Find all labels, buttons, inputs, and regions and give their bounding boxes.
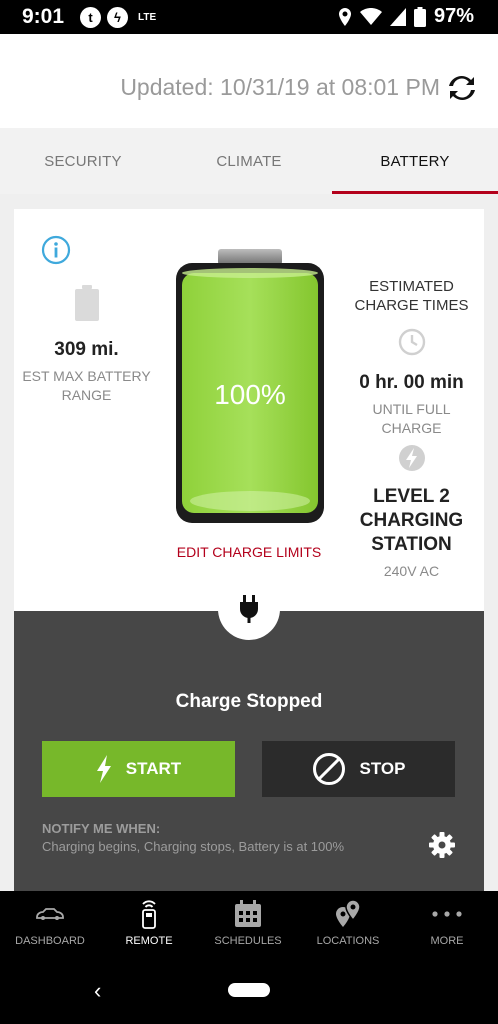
- wifi-icon: [359, 7, 382, 25]
- stop-button-label: STOP: [359, 759, 406, 778]
- prohibit-icon: [312, 753, 345, 785]
- range-section: 309 mi. EST MAX BATTERY RANGE: [14, 285, 159, 405]
- map-pin-icon: [336, 899, 361, 927]
- charge-control-panel: Charge Stopped START STOP NOTIFY ME WHEN…: [14, 578, 484, 891]
- battery-card: 309 mi. EST MAX BATTERY RANGE 100% EDIT …: [14, 209, 484, 611]
- nav-more[interactable]: MORE: [397, 899, 497, 947]
- home-pill[interactable]: [228, 983, 270, 997]
- status-time: 9:01: [22, 5, 65, 28]
- remote-icon: [142, 900, 156, 929]
- nav-schedules-label: SCHEDULES: [214, 935, 282, 947]
- charging-station-level: LEVEL 2 CHARGING STATION: [359, 486, 464, 555]
- signal-icon: [389, 7, 406, 26]
- gear-icon[interactable]: [428, 831, 456, 859]
- more-dots-icon: [432, 911, 462, 917]
- notification-t-icon: t: [80, 7, 101, 28]
- charge-status-text: Charge Stopped: [175, 691, 323, 712]
- back-icon[interactable]: ‹: [94, 978, 101, 1004]
- plug-icon: [240, 595, 258, 623]
- charging-bolt-icon: [398, 445, 425, 471]
- location-icon: [338, 7, 351, 26]
- voltage-label: 240V AC: [383, 563, 440, 579]
- calendar-icon: [235, 900, 261, 927]
- charge-time-value: 0 hr. 00 min: [359, 372, 464, 393]
- range-label: EST MAX BATTERY RANGE: [22, 368, 151, 403]
- network-type: LTE: [138, 12, 157, 23]
- nav-remote[interactable]: REMOTE: [99, 899, 199, 947]
- nav-more-label: MORE: [430, 935, 464, 947]
- battery-percent: 97%: [433, 5, 474, 27]
- refresh-icon[interactable]: [448, 74, 476, 102]
- header: Updated: 10/31/19 at 08:01 PM: [0, 34, 498, 128]
- edit-charge-limits-link[interactable]: EDIT CHARGE LIMITS: [164, 544, 334, 560]
- nav-dashboard[interactable]: DASHBOARD: [0, 899, 100, 947]
- nav-locations[interactable]: LOCATIONS: [298, 899, 398, 947]
- plug-badge: [218, 578, 280, 640]
- lightning-icon: [96, 755, 111, 783]
- estimated-charge-title: ESTIMATED CHARGE TIMES: [354, 278, 469, 314]
- range-value: 309 mi.: [54, 339, 119, 360]
- start-charge-button[interactable]: START: [42, 741, 235, 797]
- clock-icon: [398, 328, 425, 356]
- battery-percent-label: 100%: [214, 379, 286, 410]
- tab-security[interactable]: SECURITY: [0, 128, 166, 194]
- tab-bar: SECURITY CLIMATE BATTERY: [0, 128, 498, 194]
- charging-app-icon: ϟ: [107, 7, 128, 28]
- nav-remote-label: REMOTE: [125, 935, 173, 947]
- app-screen: Updated: 10/31/19 at 08:01 PM SECURITY C…: [0, 34, 498, 891]
- updated-timestamp: Updated: 10/31/19 at 08:01 PM: [120, 74, 440, 100]
- tab-climate[interactable]: CLIMATE: [166, 128, 332, 194]
- battery-icon: [413, 6, 426, 27]
- until-full-label: UNTIL FULL CHARGE: [372, 401, 451, 436]
- charge-time-section: ESTIMATED CHARGE TIMES 0 hr. 00 min UNTI…: [344, 277, 479, 579]
- notify-title: NOTIFY ME WHEN:: [42, 821, 161, 836]
- stop-charge-button[interactable]: STOP: [262, 741, 455, 797]
- battery-small-icon: [74, 285, 99, 321]
- nav-dashboard-label: DASHBOARD: [15, 935, 85, 947]
- notify-conditions: Charging begins, Charging stops, Battery…: [42, 839, 345, 854]
- nav-schedules[interactable]: SCHEDULES: [198, 899, 298, 947]
- nav-locations-label: LOCATIONS: [316, 935, 380, 947]
- info-icon[interactable]: [40, 234, 72, 266]
- system-navigation-bar: ‹: [0, 954, 498, 1024]
- tab-battery[interactable]: BATTERY: [332, 128, 498, 194]
- system-icons: 97%: [338, 5, 474, 28]
- start-button-label: START: [125, 759, 182, 778]
- car-icon: [36, 908, 64, 920]
- bottom-navigation: DASHBOARD REMOTE SCHEDULES LOCATIONS MOR…: [0, 891, 498, 954]
- notification-icons: t ϟ LTE: [80, 7, 156, 28]
- status-bar: 9:01 t ϟ LTE 97%: [0, 0, 498, 34]
